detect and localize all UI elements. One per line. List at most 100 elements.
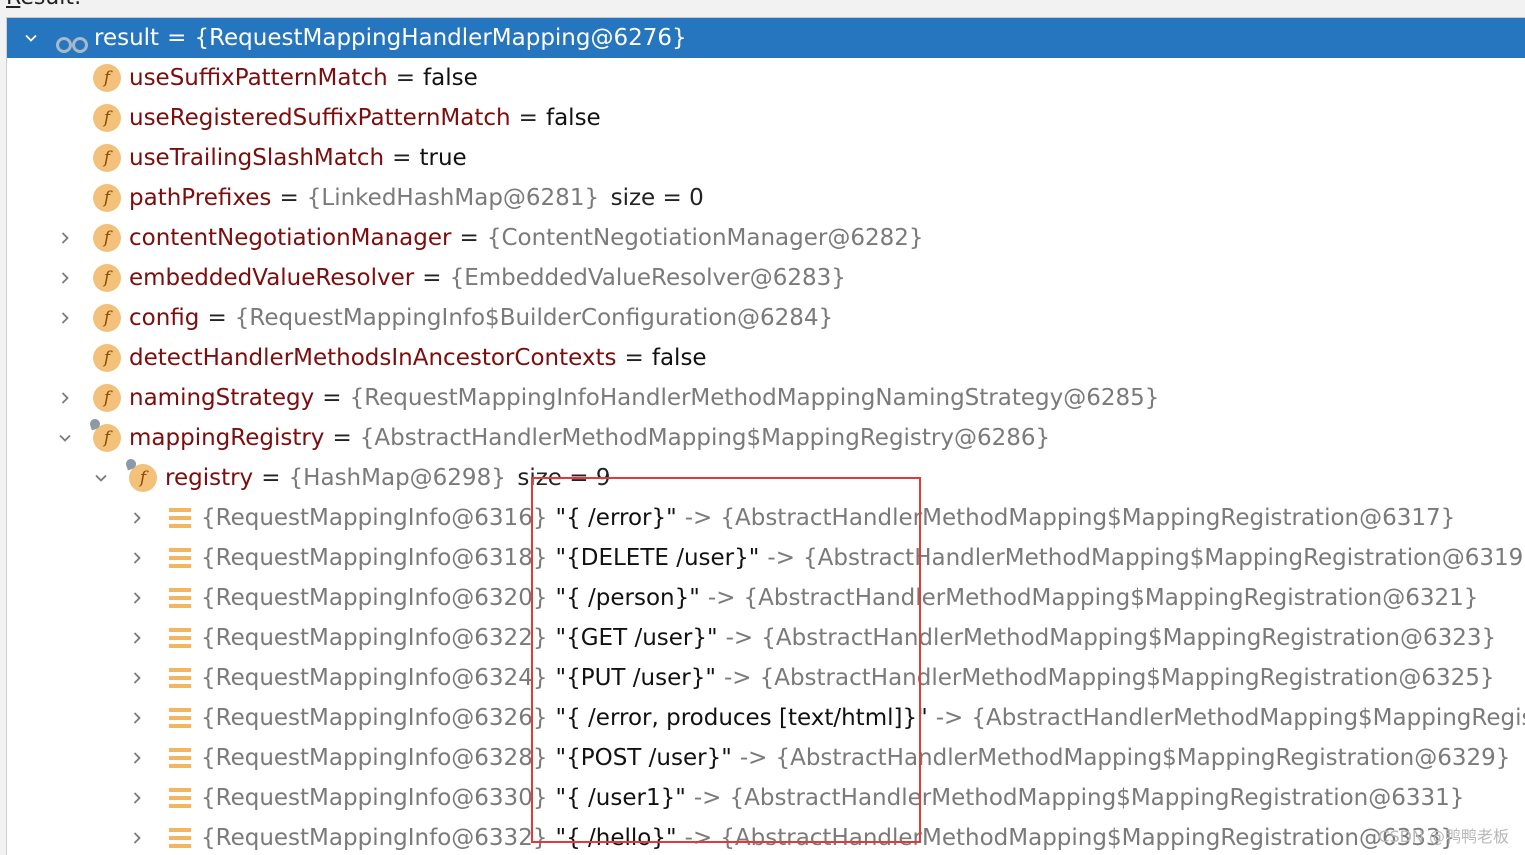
equals: = [459, 225, 479, 251]
entry-mapping: "{DELETE /user}" [555, 545, 760, 571]
map-entry-label: {RequestMappingInfo@6318} "{DELETE /user}… [201, 538, 1525, 578]
tree-row-field[interactable]: f embeddedValueResolver = {EmbeddedValueRes… [7, 258, 1525, 298]
entry-mapping: "{ /error, produces [text/html]}" [555, 705, 928, 731]
entry-value: {AbstractHandlerMethodMapping$MappingReg… [743, 585, 1479, 611]
chevron-right-icon[interactable] [55, 268, 75, 288]
tree-row-map-entry[interactable]: {RequestMappingInfo@6332} "{ /hello}" -> {A… [7, 818, 1525, 855]
field-size: size = 0 [610, 185, 704, 211]
tree-row-field[interactable]: f mappingRegistry = {AbstractHandlerMethodM… [7, 417, 1525, 458]
entry-key: {RequestMappingInfo@6322} [201, 625, 548, 651]
arrow: -> [723, 665, 752, 691]
chevron-down-icon[interactable] [91, 468, 111, 488]
tree-row-map-entry[interactable]: {RequestMappingInfo@6324} "{PUT /user}" ->… [7, 658, 1525, 698]
tree-row-map-entry[interactable]: {RequestMappingInfo@6316} "{ /error}" -> {A… [7, 498, 1525, 538]
chevron-down-icon[interactable] [21, 28, 41, 48]
field-name: useTrailingSlashMatch [129, 145, 385, 171]
chevron-right-icon[interactable] [127, 628, 147, 648]
watch-glasses-icon [55, 28, 89, 53]
entry-value: {AbstractHandlerMethodMapping$MappingReg… [720, 825, 1456, 851]
field-value: {ContentNegotiationManager@6282} [486, 225, 924, 251]
tree-row-field[interactable]: f namingStrategy = {RequestMappingInfoHandl… [7, 378, 1525, 418]
entry-mapping: "{ /person}" [555, 585, 700, 611]
chevron-right-icon[interactable] [127, 508, 147, 528]
equals: = [167, 25, 187, 51]
field-value: false [651, 345, 707, 371]
field-name: pathPrefixes [129, 185, 272, 211]
field-icon: f [93, 344, 121, 372]
field-label: embeddedValueResolver = {EmbeddedValueReso… [129, 258, 846, 298]
equals: = [392, 145, 412, 171]
entry-key: {RequestMappingInfo@6324} [201, 665, 548, 691]
equals: = [207, 305, 227, 331]
entry-key: {RequestMappingInfo@6326} [201, 705, 548, 731]
tree-row-map-entry[interactable]: {RequestMappingInfo@6320} "{ /person}" -> {… [7, 578, 1525, 618]
map-entry-icon [169, 508, 191, 528]
tree-row-root[interactable]: result = {RequestMappingHandlerMapping@627… [7, 18, 1525, 58]
tree-row-field[interactable]: f contentNegotiationManager = {ContentNegot… [7, 218, 1525, 258]
field-icon: f [88, 417, 121, 452]
entry-value: {AbstractHandlerMethodMapping$MappingReg… [971, 705, 1525, 731]
tree-row-field[interactable]: f useRegisteredSuffixPatternMatch = false [7, 98, 1525, 138]
entry-mapping: "{GET /user}" [555, 625, 718, 651]
entry-value: {AbstractHandlerMethodMapping$MappingReg… [720, 505, 1456, 531]
arrow: -> [935, 705, 964, 731]
entry-value: {AbstractHandlerMethodMapping$MappingReg… [761, 625, 1497, 651]
field-size: size = 9 [517, 465, 611, 491]
chevron-down-icon[interactable] [55, 428, 75, 448]
chevron-right-icon[interactable] [127, 748, 147, 768]
arrow: -> [684, 825, 713, 851]
entry-key: {RequestMappingInfo@6330} [201, 785, 548, 811]
chevron-right-icon[interactable] [127, 708, 147, 728]
field-value: false [545, 105, 601, 131]
result-label: Result: [6, 0, 81, 10]
field-label: registry = {HashMap@6298} size = 9 [165, 458, 610, 498]
chevron-right-icon[interactable] [127, 828, 147, 848]
field-value: {AbstractHandlerMethodMapping$MappingReg… [359, 425, 1051, 451]
tree-row-field[interactable]: f detectHandlerMethodsInAncestorContexts =… [7, 338, 1525, 378]
map-entry-icon [169, 588, 191, 608]
entry-mapping: "{ /user1}" [555, 785, 686, 811]
field-name: config [129, 305, 200, 331]
field-icon: f [93, 104, 121, 132]
arrow: -> [693, 785, 722, 811]
pin-icon [124, 457, 138, 471]
field-icon: f [93, 224, 121, 252]
field-name: embeddedValueResolver [129, 265, 415, 291]
field-name: namingStrategy [129, 385, 315, 411]
tree-row-field[interactable]: f config = {RequestMappingInfo$BuilderConfi… [7, 298, 1525, 338]
field-name: registry [165, 465, 254, 491]
tree-row-field[interactable]: f useSuffixPatternMatch = false [7, 58, 1525, 98]
field-label: detectHandlerMethodsInAncestorContexts = f… [129, 338, 707, 378]
tree-row-map-entry[interactable]: {RequestMappingInfo@6328} "{POST /user}" -… [7, 738, 1525, 778]
tree-row-registry[interactable]: f registry = {HashMap@6298} size = 9 [7, 457, 1525, 498]
equals: = [261, 465, 281, 491]
map-entry-label: {RequestMappingInfo@6320} "{ /person}" -> {… [201, 578, 1478, 618]
map-entry-icon [169, 548, 191, 568]
chevron-right-icon[interactable] [127, 788, 147, 808]
field-label: useRegisteredSuffixPatternMatch = false [129, 98, 601, 138]
map-entry-icon [169, 668, 191, 688]
field-icon: f [93, 384, 121, 412]
field-icon: f [93, 304, 121, 332]
entry-value: {AbstractHandlerMethodMapping$MappingReg… [729, 785, 1465, 811]
field-name: contentNegotiationManager [129, 225, 452, 251]
tree-row-map-entry[interactable]: {RequestMappingInfo@6322} "{GET /user}" ->… [7, 618, 1525, 658]
variables-tree[interactable]: result = {RequestMappingHandlerMapping@627… [6, 17, 1525, 855]
tree-row-field[interactable]: f pathPrefixes = {LinkedHashMap@6281} size =… [7, 178, 1525, 218]
chevron-right-icon[interactable] [127, 548, 147, 568]
field-name: useRegisteredSuffixPatternMatch [129, 105, 511, 131]
entry-key: {RequestMappingInfo@6316} [201, 505, 548, 531]
tree-row-field[interactable]: f useTrailingSlashMatch = true [7, 138, 1525, 178]
tree-row-map-entry[interactable]: {RequestMappingInfo@6318} "{DELETE /user}… [7, 538, 1525, 578]
tree-row-map-entry[interactable]: {RequestMappingInfo@6330} "{ /user1}" -> {A… [7, 778, 1525, 818]
tree-row-map-entry[interactable]: {RequestMappingInfo@6326} "{ /error, prod… [7, 698, 1525, 738]
field-label: contentNegotiationManager = {ContentNegoti… [129, 218, 924, 258]
equals: = [332, 425, 352, 451]
chevron-right-icon[interactable] [127, 668, 147, 688]
chevron-right-icon[interactable] [55, 308, 75, 328]
field-label: namingStrategy = {RequestMappingInfoHandle… [129, 378, 1159, 418]
chevron-right-icon[interactable] [55, 388, 75, 408]
chevron-right-icon[interactable] [127, 588, 147, 608]
entry-mapping: "{POST /user}" [555, 745, 732, 771]
chevron-right-icon[interactable] [55, 228, 75, 248]
